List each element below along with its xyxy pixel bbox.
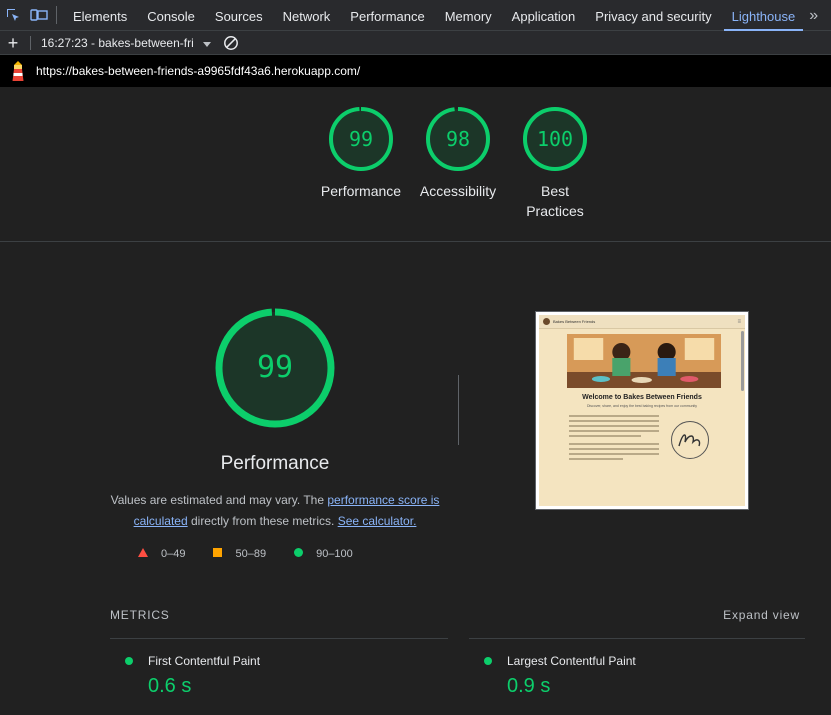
toolbar-divider xyxy=(30,35,31,50)
hero-image xyxy=(567,334,721,388)
gauge-score: 99 xyxy=(256,350,294,385)
final-screenshot[interactable]: Bakes Between Friends ≡ Welcome to Bakes… xyxy=(535,311,749,510)
tab-memory[interactable]: Memory xyxy=(435,0,502,31)
tab-network[interactable]: Network xyxy=(273,0,341,31)
gauge-ring: 99 xyxy=(328,106,394,172)
report-url-bar: https://bakes-between-friends-a9965fdf43… xyxy=(0,55,831,87)
gauge-accessibility[interactable]: 98 Accessibility xyxy=(403,106,513,201)
site-logo-icon xyxy=(543,318,550,325)
description-text: directly from these metrics. xyxy=(187,514,338,528)
screenshot-page: Bakes Between Friends ≡ Welcome to Bakes… xyxy=(539,315,745,506)
device-toolbar-icon[interactable] xyxy=(26,0,52,31)
gauge-ring: 98 xyxy=(425,106,491,172)
report-select[interactable]: 16:27:23 - bakes-between-fri xyxy=(41,36,211,50)
screenshot-scrollbar xyxy=(741,331,744,391)
metric-value: 0.6 s xyxy=(148,675,192,697)
pass-circle-icon xyxy=(484,657,492,665)
legend-pass: 90–100 xyxy=(294,548,353,560)
metrics-header: METRICS Expand view xyxy=(110,608,800,622)
lighthouse-toolbar: + 16:27:23 - bakes-between-fri xyxy=(0,31,831,55)
legend-range: 90–100 xyxy=(316,548,353,560)
gauge-label: Accessibility xyxy=(419,183,497,199)
gauge-ring: 99 xyxy=(214,307,336,429)
hero-heading: Welcome to Bakes Between Friends xyxy=(582,394,702,401)
vertical-divider xyxy=(458,375,459,445)
gauge-performance[interactable]: 99 Performance xyxy=(306,106,416,201)
expand-view-toggle[interactable]: Expand view xyxy=(723,608,800,622)
report-url[interactable]: https://bakes-between-friends-a9965fdf43… xyxy=(36,64,360,78)
gauge-label: Best Practices xyxy=(526,183,584,219)
chevron-down-icon xyxy=(202,36,211,50)
performance-gauge-large: 99 Performance xyxy=(105,307,445,475)
tab-application[interactable]: Application xyxy=(502,0,586,31)
metric-name: First Contentful Paint xyxy=(148,654,261,668)
gauge-ring: 100 xyxy=(522,106,588,172)
category-title: Performance xyxy=(220,453,330,474)
tab-elements[interactable]: Elements xyxy=(63,0,137,31)
intro-text-block xyxy=(569,415,659,460)
legend-range: 50–89 xyxy=(235,548,267,560)
metric-name-row: First Contentful Paint xyxy=(125,654,260,668)
metric-name-row: Largest Contentful Paint xyxy=(484,654,636,668)
score-scale-legend: 0–49 50–89 90–100 xyxy=(138,548,381,560)
tab-performance[interactable]: Performance xyxy=(340,0,434,31)
legend-average: 50–89 xyxy=(213,548,266,560)
see-calculator-link[interactable]: See calculator. xyxy=(338,514,417,528)
screenshot-navbar: Bakes Between Friends ≡ xyxy=(539,315,745,329)
metric-fcp: First Contentful Paint 0.6 s xyxy=(125,654,260,698)
bakes-badge-logo xyxy=(671,421,709,459)
lighthouse-logo-icon xyxy=(0,60,36,82)
menu-icon: ≡ xyxy=(737,318,741,325)
toolbar-divider xyxy=(56,6,57,24)
score-gauges: 99 Performance 98 Accessibility 100 Best… xyxy=(0,87,831,242)
clear-icon[interactable] xyxy=(223,35,239,51)
square-icon xyxy=(213,548,223,560)
score-description: Values are estimated and may vary. The p… xyxy=(105,490,445,532)
gauge-score: 100 xyxy=(536,127,574,151)
legend-fail: 0–49 xyxy=(138,548,185,560)
tab-privacy-security[interactable]: Privacy and security xyxy=(585,0,721,31)
legend-range: 0–49 xyxy=(161,548,186,560)
report-select-label: 16:27:23 - bakes-between-fri xyxy=(41,35,194,50)
hero-subheading: Discover, share, and enjoy the best baki… xyxy=(586,404,698,408)
tab-console[interactable]: Console xyxy=(137,0,205,31)
pass-circle-icon xyxy=(125,657,133,665)
tab-sources[interactable]: Sources xyxy=(205,0,273,31)
description-text: Values are estimated and may vary. The xyxy=(110,493,328,507)
metric-lcp: Largest Contentful Paint 0.9 s xyxy=(484,654,636,698)
site-name: Bakes Between Friends xyxy=(553,319,596,324)
metric-name: Largest Contentful Paint xyxy=(507,654,636,668)
metric-value: 0.9 s xyxy=(507,675,551,697)
gauge-score: 99 xyxy=(348,127,374,151)
inspect-element-icon[interactable] xyxy=(0,0,26,31)
gauge-label: Performance xyxy=(320,183,402,199)
triangle-icon xyxy=(138,548,148,560)
more-tabs-icon[interactable]: » xyxy=(805,0,822,31)
gauge-best-practices[interactable]: 100 Best Practices xyxy=(500,106,610,221)
lighthouse-report: 99 Performance 98 Accessibility 100 Best… xyxy=(0,87,831,715)
new-report-button[interactable]: + xyxy=(0,32,26,54)
metrics-title: METRICS xyxy=(110,608,170,622)
metrics-divider xyxy=(469,638,805,639)
gauge-score: 98 xyxy=(445,127,471,151)
devtools-tabbar: Elements Console Sources Network Perform… xyxy=(0,0,831,31)
circle-icon xyxy=(294,548,304,560)
metrics-divider xyxy=(110,638,448,639)
tab-lighthouse[interactable]: Lighthouse xyxy=(722,0,806,31)
